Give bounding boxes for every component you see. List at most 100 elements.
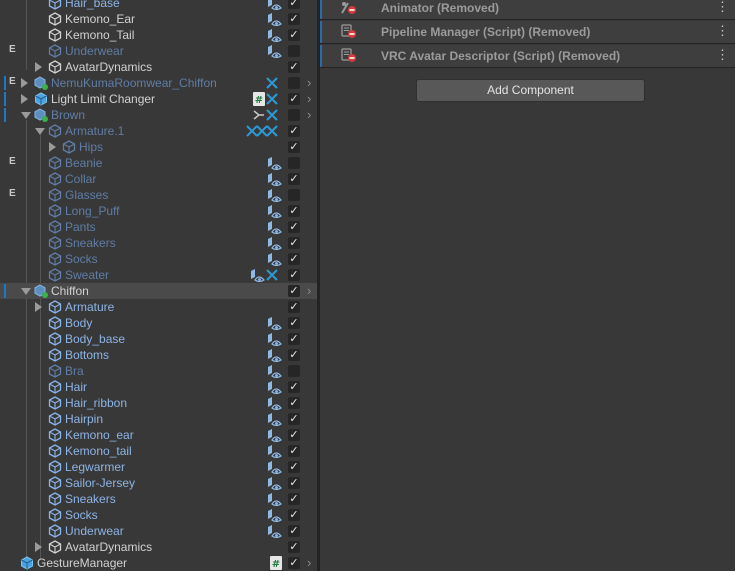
active-checkbox-checked[interactable]: ✓ <box>288 461 300 473</box>
hierarchy-item-label[interactable]: Brown <box>51 108 85 122</box>
active-checkbox-checked[interactable]: ✓ <box>288 173 300 185</box>
active-checkbox-checked[interactable]: ✓ <box>288 93 300 105</box>
active-checkbox-checked[interactable]: ✓ <box>288 333 300 345</box>
hierarchy-item-label[interactable]: GestureManager <box>37 556 127 570</box>
collapsed-arrow-icon[interactable] <box>35 302 42 312</box>
hierarchy-row[interactable]: Hairpin ✓ <box>0 411 317 427</box>
active-checkbox-checked[interactable]: ✓ <box>288 429 300 441</box>
hierarchy-row[interactable]: Hair_base ✓ <box>0 0 317 11</box>
collapsed-arrow-icon[interactable] <box>35 62 42 72</box>
hierarchy-item-label[interactable]: Sneakers <box>65 492 116 506</box>
active-checkbox-checked[interactable]: ✓ <box>288 253 300 265</box>
component-menu-icon[interactable]: ⋮ <box>716 47 729 63</box>
active-checkbox-checked[interactable]: ✓ <box>288 541 300 553</box>
expanded-arrow-icon[interactable] <box>35 128 45 135</box>
active-checkbox-checked[interactable]: ✓ <box>288 237 300 249</box>
hierarchy-item-label[interactable]: Underwear <box>65 524 124 538</box>
hierarchy-item-label[interactable]: Long_Puff <box>65 204 120 218</box>
hierarchy-row[interactable]: AvatarDynamics ✓ <box>0 59 317 75</box>
active-checkbox-checked[interactable]: ✓ <box>288 413 300 425</box>
hierarchy-row[interactable]: E Glasses <box>0 187 317 203</box>
active-checkbox-checked[interactable]: ✓ <box>288 0 300 9</box>
hierarchy-row[interactable]: Pants ✓ <box>0 219 317 235</box>
active-checkbox-checked[interactable]: ✓ <box>288 29 300 41</box>
hierarchy-row[interactable]: Socks ✓ <box>0 251 317 267</box>
active-checkbox-checked[interactable]: ✓ <box>288 317 300 329</box>
hierarchy-item-label[interactable]: Hair_ribbon <box>65 396 127 410</box>
hierarchy-item-label[interactable]: Kemono_ear <box>65 428 134 442</box>
component-header[interactable]: Pipeline Manager (Script) (Removed) ⋮ <box>320 21 735 44</box>
expanded-arrow-icon[interactable] <box>21 288 31 295</box>
active-checkbox-unchecked[interactable] <box>288 157 300 169</box>
active-checkbox-unchecked[interactable] <box>288 77 300 89</box>
active-checkbox-checked[interactable]: ✓ <box>288 557 300 569</box>
active-checkbox-checked[interactable]: ✓ <box>288 381 300 393</box>
expanded-arrow-icon[interactable] <box>21 112 31 119</box>
hierarchy-row[interactable]: Chiffon ✓ › <box>0 283 317 299</box>
hierarchy-item-label[interactable]: Body <box>65 316 92 330</box>
active-checkbox-checked[interactable]: ✓ <box>288 269 300 281</box>
hierarchy-row[interactable]: Underwear ✓ <box>0 523 317 539</box>
hierarchy-item-label[interactable]: Sneakers <box>65 236 116 250</box>
active-checkbox-unchecked[interactable] <box>288 109 300 121</box>
hierarchy-row[interactable]: Kemono_ear ✓ <box>0 427 317 443</box>
hierarchy-item-label[interactable]: Bottoms <box>65 348 109 362</box>
active-checkbox-checked[interactable]: ✓ <box>288 285 300 297</box>
hierarchy-item-label[interactable]: Hips <box>79 140 103 154</box>
hierarchy-item-label[interactable]: Light Limit Changer <box>51 92 155 106</box>
hierarchy-row[interactable]: Armature ✓ <box>0 299 317 315</box>
active-checkbox-unchecked[interactable] <box>288 45 300 57</box>
hierarchy-row[interactable]: E Beanie <box>0 155 317 171</box>
hierarchy-item-label[interactable]: Underwear <box>65 44 124 58</box>
hierarchy-item-label[interactable]: Beanie <box>65 156 102 170</box>
hierarchy-row[interactable]: Light Limit Changer # ✓ › <box>0 91 317 107</box>
collapsed-arrow-icon[interactable] <box>21 78 28 88</box>
add-component-button[interactable]: Add Component <box>416 79 645 102</box>
active-checkbox-checked[interactable]: ✓ <box>288 141 300 153</box>
hierarchy-row[interactable]: E NemuKumaRoomwear_Chiffon › <box>0 75 317 91</box>
hierarchy-row[interactable]: Kemono_Tail ✓ <box>0 27 317 43</box>
active-checkbox-checked[interactable]: ✓ <box>288 397 300 409</box>
hierarchy-item-label[interactable]: Socks <box>65 252 98 266</box>
hierarchy-item-label[interactable]: NemuKumaRoomwear_Chiffon <box>51 76 217 90</box>
active-checkbox-checked[interactable]: ✓ <box>288 525 300 537</box>
hierarchy-row[interactable]: Brown › <box>0 107 317 123</box>
hierarchy-item-label[interactable]: Sweater <box>65 268 109 282</box>
hierarchy-row[interactable]: Kemono_tail ✓ <box>0 443 317 459</box>
hierarchy-row[interactable]: Sneakers ✓ <box>0 235 317 251</box>
active-checkbox-checked[interactable]: ✓ <box>288 477 300 489</box>
hierarchy-item-label[interactable]: AvatarDynamics <box>65 540 152 554</box>
hierarchy-item-label[interactable]: Hair_base <box>65 0 120 10</box>
hierarchy-row[interactable]: Hair ✓ <box>0 379 317 395</box>
active-checkbox-checked[interactable]: ✓ <box>288 205 300 217</box>
open-prefab-arrow-icon[interactable]: › <box>307 284 311 298</box>
hierarchy-item-label[interactable]: Legwarmer <box>65 460 125 474</box>
hierarchy-item-label[interactable]: Kemono_Tail <box>65 28 134 42</box>
hierarchy-row[interactable]: AvatarDynamics ✓ <box>0 539 317 555</box>
component-menu-icon[interactable]: ⋮ <box>716 0 729 15</box>
hierarchy-item-label[interactable]: Hairpin <box>65 412 103 426</box>
open-prefab-arrow-icon[interactable]: › <box>307 108 311 122</box>
hierarchy-row[interactable]: Armature.1 ✓ <box>0 123 317 139</box>
hierarchy-item-label[interactable]: Armature <box>65 300 114 314</box>
active-checkbox-checked[interactable]: ✓ <box>288 349 300 361</box>
open-prefab-arrow-icon[interactable]: › <box>307 76 311 90</box>
component-header[interactable]: Animator (Removed) ⋮ <box>320 0 735 20</box>
hierarchy-item-label[interactable]: Bra <box>65 364 84 378</box>
active-checkbox-checked[interactable]: ✓ <box>288 61 300 73</box>
hierarchy-item-label[interactable]: Armature.1 <box>65 124 124 138</box>
hierarchy-row[interactable]: Body_base ✓ <box>0 331 317 347</box>
hierarchy-item-label[interactable]: AvatarDynamics <box>65 60 152 74</box>
hierarchy-row[interactable]: Hair_ribbon ✓ <box>0 395 317 411</box>
hierarchy-item-label[interactable]: Chiffon <box>51 284 89 298</box>
hierarchy-row[interactable]: E Underwear <box>0 43 317 59</box>
hierarchy-item-label[interactable]: Collar <box>65 172 96 186</box>
active-checkbox-checked[interactable]: ✓ <box>288 125 300 137</box>
active-checkbox-checked[interactable]: ✓ <box>288 301 300 313</box>
hierarchy-row[interactable]: Bottoms ✓ <box>0 347 317 363</box>
hierarchy-item-label[interactable]: Body_base <box>65 332 125 346</box>
component-header[interactable]: VRC Avatar Descriptor (Script) (Removed)… <box>320 45 735 68</box>
collapsed-arrow-icon[interactable] <box>35 542 42 552</box>
hierarchy-row[interactable]: Bra <box>0 363 317 379</box>
hierarchy-item-label[interactable]: Glasses <box>65 188 108 202</box>
